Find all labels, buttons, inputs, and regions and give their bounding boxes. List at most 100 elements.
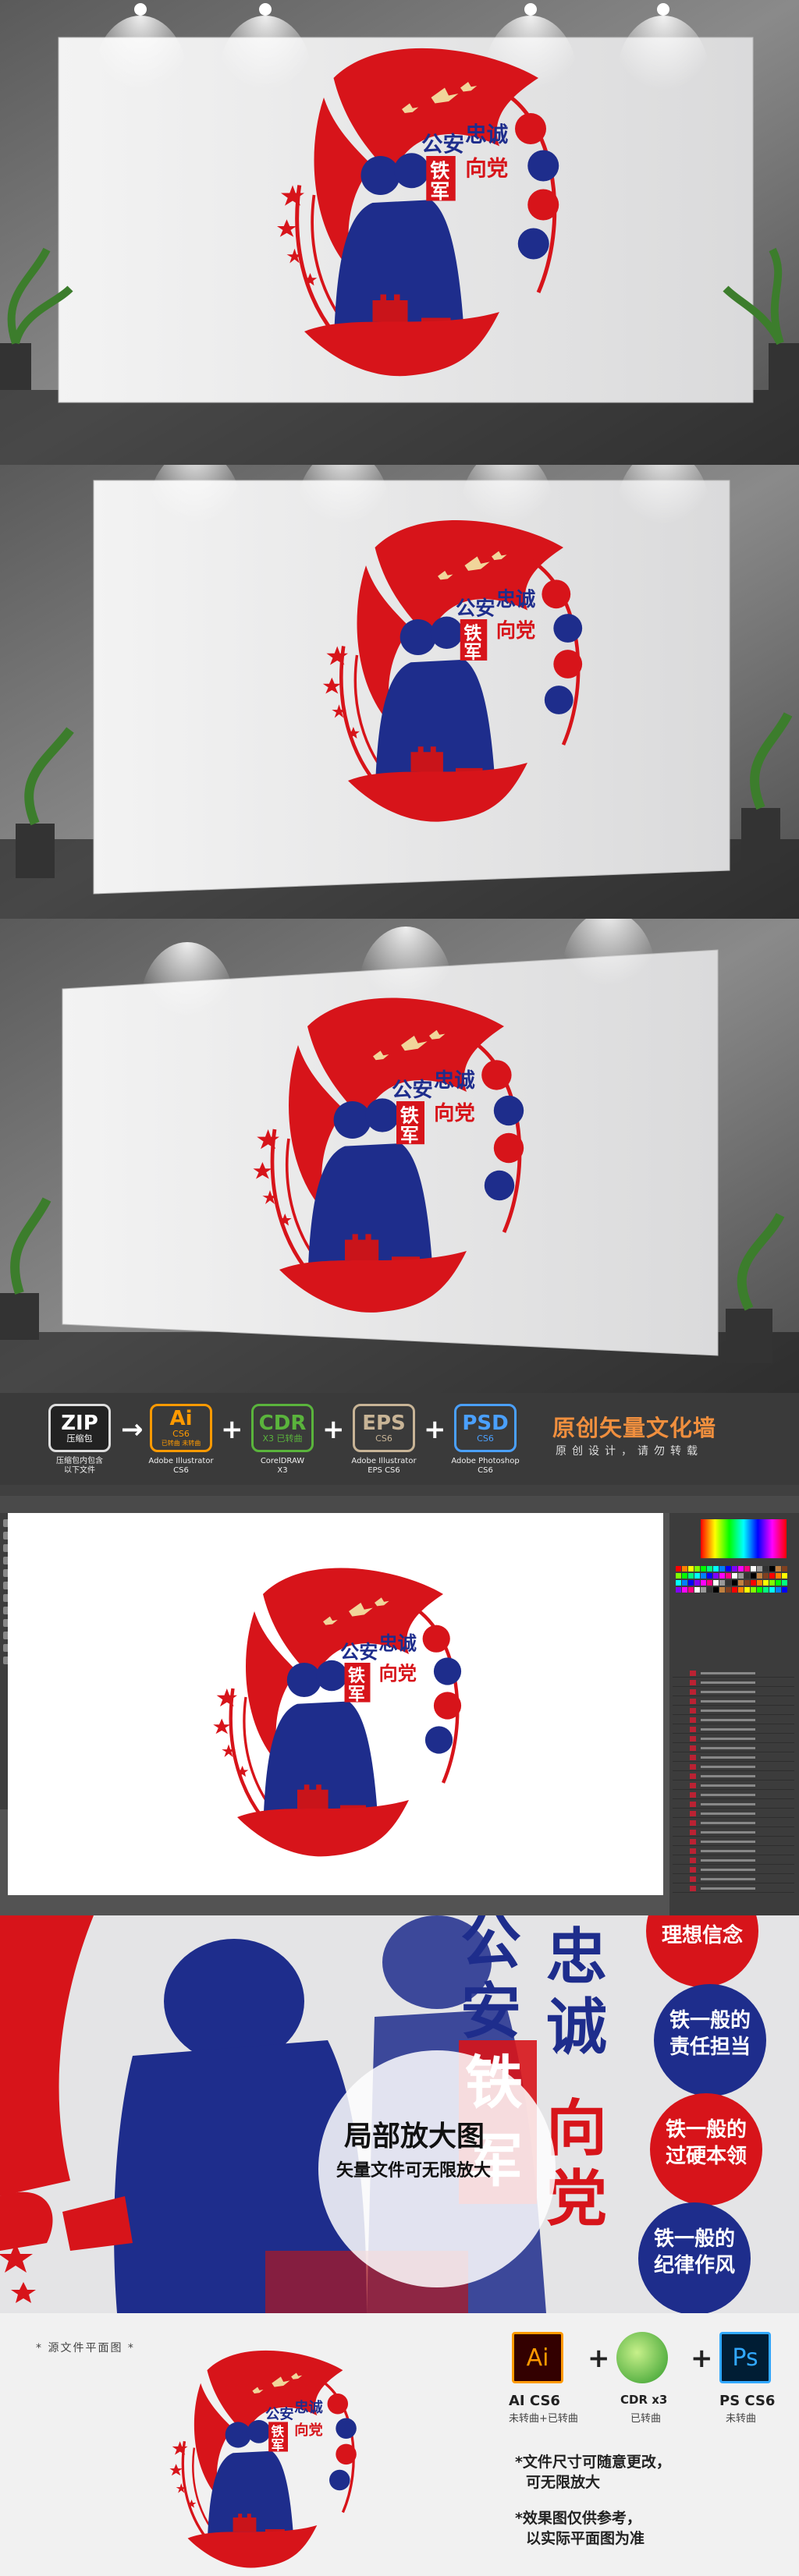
- layer-row[interactable]: [673, 1669, 794, 1678]
- color-swatch[interactable]: [694, 1566, 700, 1571]
- layer-row[interactable]: [673, 1734, 794, 1743]
- color-swatch[interactable]: [776, 1573, 781, 1579]
- color-swatch[interactable]: [738, 1587, 744, 1593]
- color-swatch[interactable]: [757, 1566, 762, 1571]
- color-swatch[interactable]: [776, 1587, 781, 1593]
- color-swatch[interactable]: [713, 1587, 719, 1593]
- color-swatch[interactable]: [744, 1566, 750, 1571]
- artboard[interactable]: [8, 1513, 663, 1895]
- color-swatch[interactable]: [719, 1587, 725, 1593]
- color-swatch[interactable]: [757, 1573, 762, 1579]
- color-swatch[interactable]: [701, 1573, 706, 1579]
- color-swatch[interactable]: [707, 1587, 712, 1593]
- color-swatch[interactable]: [688, 1580, 694, 1586]
- color-swatch[interactable]: [726, 1587, 731, 1593]
- layer-row[interactable]: [673, 1809, 794, 1818]
- color-swatch[interactable]: [713, 1573, 719, 1579]
- color-swatch[interactable]: [738, 1580, 744, 1586]
- control-bar[interactable]: [0, 1496, 799, 1513]
- color-swatch[interactable]: [688, 1573, 694, 1579]
- layer-row[interactable]: [673, 1716, 794, 1724]
- color-swatch[interactable]: [676, 1566, 681, 1571]
- color-swatch[interactable]: [694, 1573, 700, 1579]
- color-swatch[interactable]: [707, 1566, 712, 1571]
- layer-row[interactable]: [673, 1828, 794, 1837]
- layer-row[interactable]: [673, 1678, 794, 1687]
- color-swatch[interactable]: [676, 1573, 681, 1579]
- layer-row[interactable]: [673, 1744, 794, 1752]
- layer-row[interactable]: [673, 1800, 794, 1809]
- layer-row[interactable]: [673, 1772, 794, 1781]
- color-swatch[interactable]: [719, 1566, 725, 1571]
- color-swatch[interactable]: [769, 1573, 775, 1579]
- color-swatch[interactable]: [738, 1573, 744, 1579]
- layer-row[interactable]: [673, 1791, 794, 1799]
- layer-row[interactable]: [673, 1688, 794, 1696]
- color-swatch[interactable]: [726, 1580, 731, 1586]
- color-swatch[interactable]: [769, 1566, 775, 1571]
- color-swatch[interactable]: [682, 1566, 687, 1571]
- layer-row[interactable]: [673, 1819, 794, 1827]
- color-swatch[interactable]: [751, 1573, 756, 1579]
- color-swatch[interactable]: [688, 1566, 694, 1571]
- layer-row[interactable]: [673, 1706, 794, 1715]
- color-swatch[interactable]: [688, 1587, 694, 1593]
- layer-row[interactable]: [673, 1763, 794, 1771]
- color-swatch[interactable]: [732, 1580, 737, 1586]
- color-swatch[interactable]: [707, 1580, 712, 1586]
- color-swatch[interactable]: [776, 1566, 781, 1571]
- color-swatch[interactable]: [757, 1580, 762, 1586]
- color-swatch[interactable]: [701, 1587, 706, 1593]
- color-swatch[interactable]: [701, 1580, 706, 1586]
- color-swatch[interactable]: [726, 1566, 731, 1571]
- color-swatch[interactable]: [676, 1580, 681, 1586]
- color-swatch[interactable]: [751, 1566, 756, 1571]
- color-swatch[interactable]: [744, 1573, 750, 1579]
- color-swatch[interactable]: [782, 1566, 787, 1571]
- layer-row[interactable]: [673, 1837, 794, 1846]
- color-swatch[interactable]: [738, 1566, 744, 1571]
- color-swatch[interactable]: [782, 1587, 787, 1593]
- color-swatch[interactable]: [726, 1573, 731, 1579]
- color-swatch[interactable]: [751, 1587, 756, 1593]
- color-swatch[interactable]: [713, 1580, 719, 1586]
- color-swatch[interactable]: [769, 1580, 775, 1586]
- color-swatch[interactable]: [782, 1580, 787, 1586]
- color-swatch[interactable]: [719, 1580, 725, 1586]
- color-swatch[interactable]: [719, 1573, 725, 1579]
- color-swatch[interactable]: [682, 1587, 687, 1593]
- layer-row[interactable]: [673, 1697, 794, 1706]
- color-swatch[interactable]: [732, 1573, 737, 1579]
- color-swatch[interactable]: [676, 1587, 681, 1593]
- color-swatch[interactable]: [713, 1566, 719, 1571]
- color-swatch[interactable]: [694, 1587, 700, 1593]
- color-swatch[interactable]: [682, 1573, 687, 1579]
- layer-row[interactable]: [673, 1856, 794, 1865]
- color-swatch[interactable]: [744, 1587, 750, 1593]
- layer-row[interactable]: [673, 1781, 794, 1790]
- layer-row[interactable]: [673, 1725, 794, 1734]
- color-swatch[interactable]: [782, 1573, 787, 1579]
- color-swatch[interactable]: [682, 1580, 687, 1586]
- layer-row[interactable]: [673, 1866, 794, 1874]
- layer-row[interactable]: [673, 1884, 794, 1893]
- color-swatch[interactable]: [769, 1587, 775, 1593]
- menu-bar[interactable]: ​: [0, 1485, 799, 1496]
- color-swatch[interactable]: [751, 1580, 756, 1586]
- layer-row[interactable]: [673, 1875, 794, 1883]
- color-swatch[interactable]: [707, 1573, 712, 1579]
- color-swatch[interactable]: [763, 1587, 769, 1593]
- color-swatch[interactable]: [763, 1573, 769, 1579]
- color-swatch[interactable]: [694, 1580, 700, 1586]
- color-swatch[interactable]: [732, 1587, 737, 1593]
- color-swatch[interactable]: [757, 1587, 762, 1593]
- swatch-grid[interactable]: [676, 1566, 793, 1597]
- color-swatch[interactable]: [744, 1580, 750, 1586]
- color-swatch[interactable]: [701, 1566, 706, 1571]
- layer-row[interactable]: [673, 1753, 794, 1762]
- color-swatch[interactable]: [732, 1566, 737, 1571]
- color-swatch[interactable]: [763, 1580, 769, 1586]
- layer-list[interactable]: [669, 1669, 799, 1903]
- layers-panel[interactable]: [669, 1513, 799, 1915]
- layer-row[interactable]: [673, 1847, 794, 1855]
